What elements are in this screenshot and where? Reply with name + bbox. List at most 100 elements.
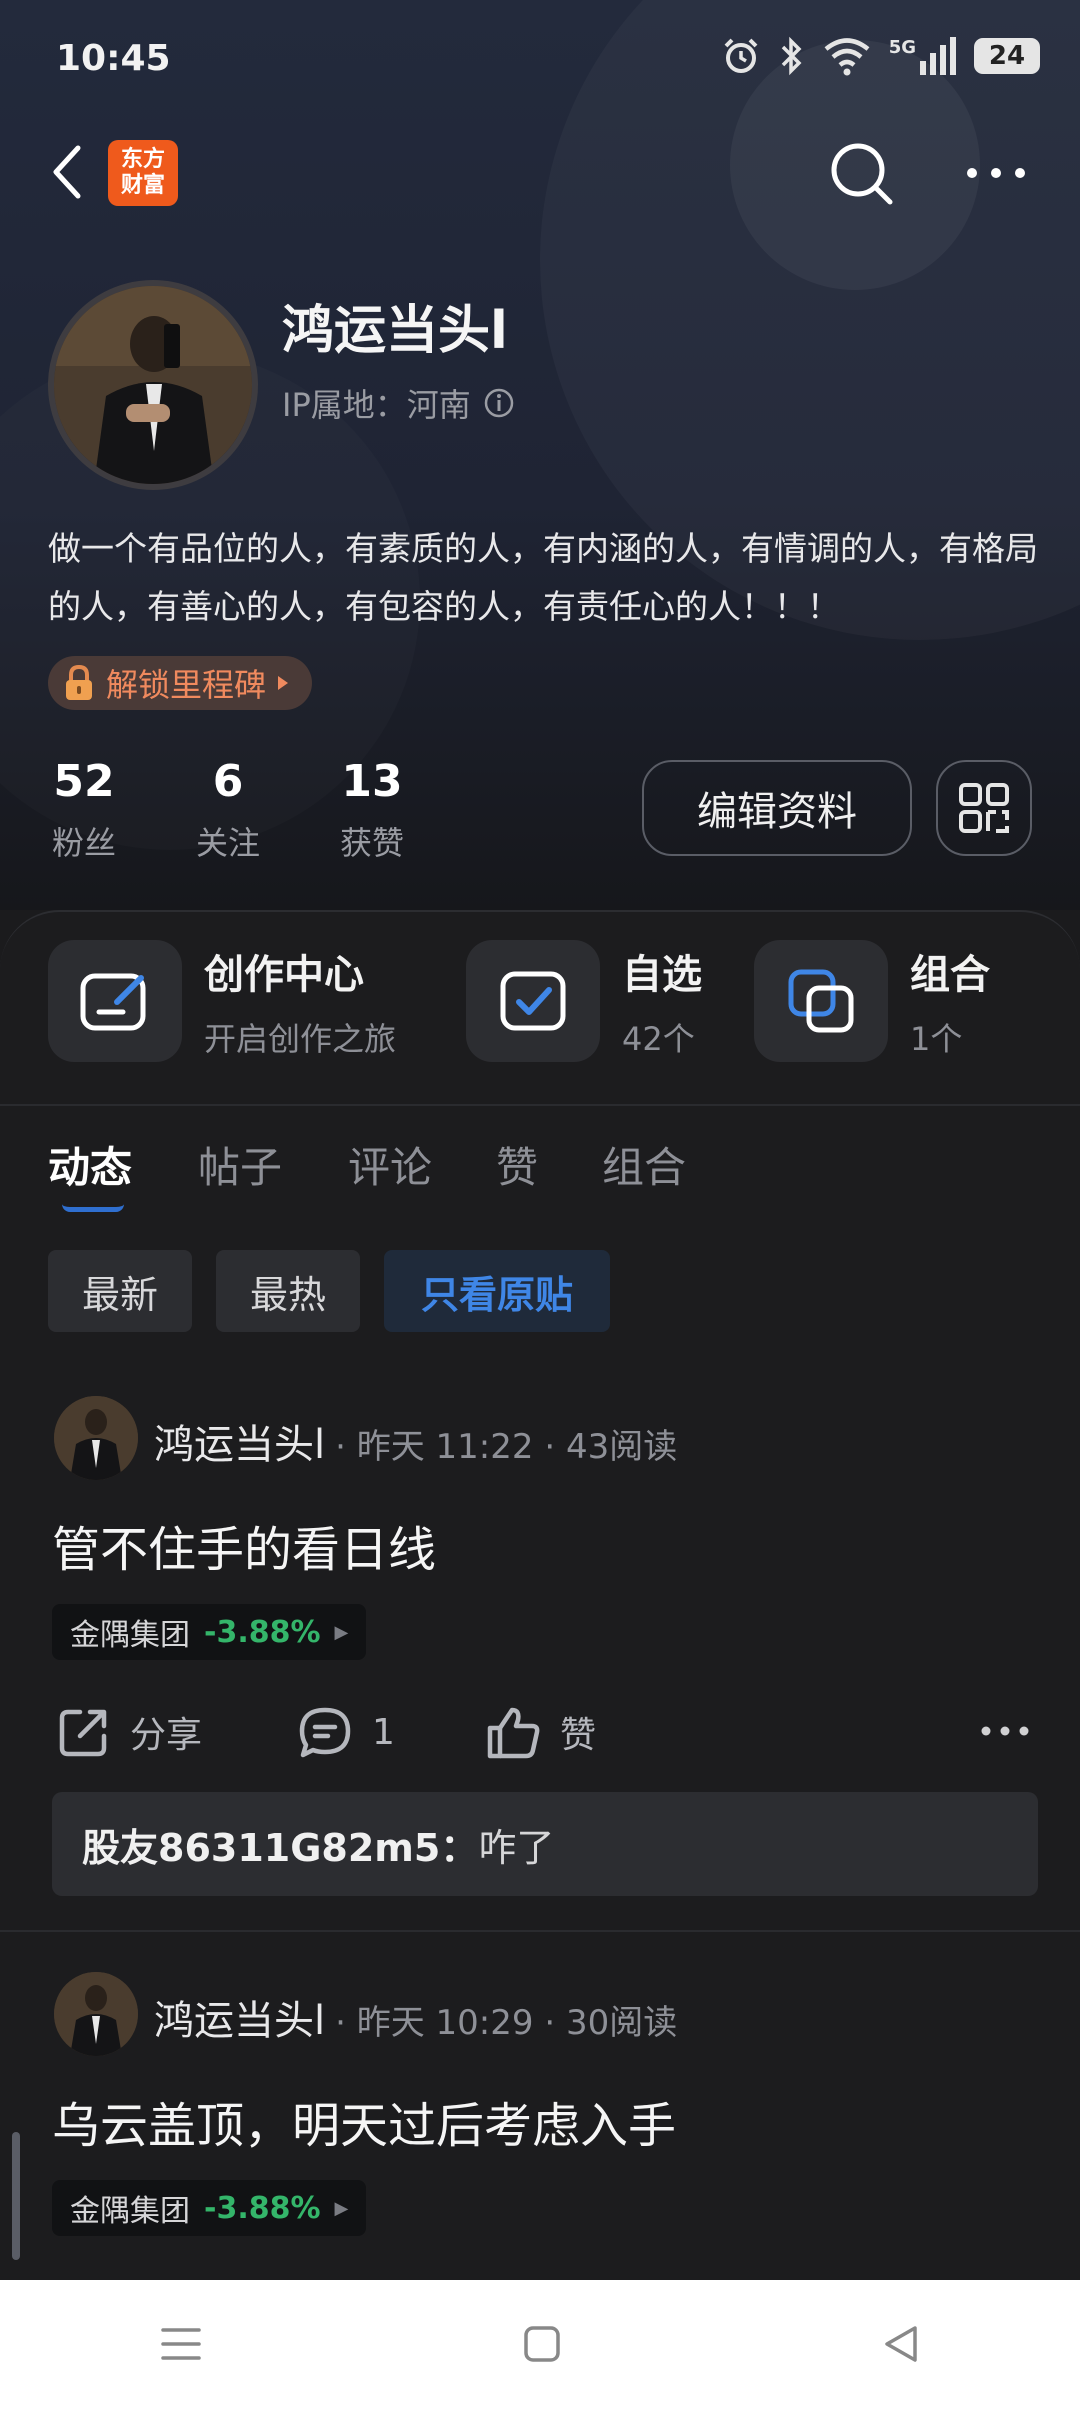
tool-create-center[interactable]: 创作中心 开启创作之旅 [48, 940, 396, 1062]
alarm-icon [724, 38, 758, 73]
share-icon [59, 1709, 107, 1757]
qr-code-icon [959, 783, 1009, 833]
stat-label: 关注 [195, 824, 260, 862]
status-icons: 5G 24 [721, 36, 1040, 76]
system-navigation-bar [0, 2280, 1080, 2412]
ip-location: IP属地：河南 [282, 380, 515, 426]
search-icon [831, 143, 893, 205]
tool-title: 自选 [622, 952, 702, 998]
tool-watchlist[interactable]: 自选 42个 [466, 940, 702, 1062]
stock-change: -3.88% [204, 1614, 321, 1650]
tab-posts[interactable]: 帖子 [198, 1134, 282, 1195]
comment-user[interactable]: 股友86311G82m5： [82, 1817, 478, 1872]
filter-latest[interactable]: 最新 [48, 1250, 192, 1332]
status-time: 10:45 [56, 38, 171, 79]
post-title[interactable]: 乌云盖顶，明天过后考虑入手 [52, 2086, 676, 2156]
share-button[interactable]: 分享 [56, 1700, 202, 1764]
stat-value: 6 [212, 756, 244, 807]
back-button[interactable] [44, 140, 92, 204]
section-divider [0, 1104, 1080, 1106]
content-sheet [0, 910, 1080, 2280]
portfolio-icon [754, 940, 888, 1062]
tab-likes[interactable]: 赞 [496, 1134, 538, 1195]
home-button[interactable] [522, 2324, 562, 2368]
comment-button[interactable]: 1 [296, 1700, 395, 1764]
post-avatar[interactable] [54, 1972, 138, 2056]
tab-dynamics[interactable]: 动态 [48, 1134, 132, 1195]
app-logo-text: 东方财富 [120, 147, 165, 198]
tool-title: 组合 [910, 952, 990, 998]
edit-profile-button[interactable]: 编辑资料 [642, 760, 912, 856]
stat-label: 粉丝 [51, 824, 116, 862]
post-header: 鸿运当头l · 昨天 10:29 · 30阅读 [154, 1988, 677, 2046]
post-divider [0, 1930, 1080, 1932]
home-square-icon [524, 2326, 560, 2362]
stock-change: -3.88% [204, 2190, 321, 2226]
info-icon[interactable] [483, 387, 515, 419]
stock-tag[interactable]: 金隅集团 -3.88% ▶ [52, 2180, 367, 2236]
post-meta: · 昨天 11:22 · 43阅读 [335, 1427, 678, 1467]
profile-name: 鸿运当头l [282, 301, 508, 361]
stat-label: 获赞 [339, 824, 404, 862]
comment-text: 咋了 [478, 1825, 555, 1870]
stock-name: 金隅集团 [70, 1618, 190, 1653]
wifi-icon [824, 38, 870, 76]
tool-portfolio[interactable]: 组合 1个 [754, 940, 990, 1062]
tool-subtitle: 开启创作之旅 [204, 1020, 397, 1058]
tool-subtitle: 42个 [622, 1020, 695, 1058]
avatar[interactable] [48, 280, 258, 490]
menu-icon [161, 2328, 202, 2360]
post-header: 鸿运当头l · 昨天 11:22 · 43阅读 [154, 1412, 677, 1470]
stat-following[interactable]: 6 关注 [158, 752, 298, 864]
tool-subtitle: 1个 [910, 1020, 963, 1058]
comment-preview[interactable]: 股友86311G82m5： 咋了 [52, 1792, 1038, 1896]
network-type: 5G [888, 37, 916, 58]
post-more-button[interactable] [978, 1714, 1032, 1752]
triangle-right-icon: ▶ [334, 1621, 349, 1643]
stat-value: 13 [341, 756, 403, 807]
avatar-photo [54, 286, 252, 484]
triangle-right-icon: ▶ [334, 2197, 349, 2219]
thumbs-up-icon [487, 1707, 540, 1759]
post-author[interactable]: 鸿运当头l [154, 1988, 325, 2046]
filter-hottest[interactable]: 最热 [216, 1250, 360, 1332]
tab-comments[interactable]: 评论 [348, 1134, 432, 1195]
more-button[interactable] [962, 150, 1030, 196]
create-icon [48, 940, 182, 1062]
comment-count: 1 [372, 1711, 395, 1753]
stock-tag[interactable]: 金隅集团 -3.88% ▶ [52, 1604, 367, 1660]
active-tab-indicator [62, 1204, 124, 1212]
profile-bio: 做一个有品位的人，有素质的人，有内涵的人，有情调的人，有格局的人，有善心的人，有… [48, 529, 1038, 626]
post-avatar[interactable] [54, 1396, 138, 1480]
profile-header: 10:45 5G 24 东方财富 鸿运当头l IP属地：河南 做一个有品位的人，… [0, 0, 1080, 910]
more-dots-icon [967, 168, 1025, 178]
like-button[interactable]: 赞 [484, 1700, 596, 1764]
back-triangle-icon [884, 2326, 917, 2362]
battery-icon: 24 [974, 38, 1040, 74]
milestone-badge[interactable]: 解锁里程碑 [48, 656, 313, 710]
more-dots-icon [981, 1726, 1029, 1736]
tool-title: 创作中心 [204, 952, 364, 998]
qr-code-button[interactable] [936, 760, 1032, 856]
triangle-right-icon [278, 676, 289, 690]
post-meta: · 昨天 10:29 · 30阅读 [335, 2003, 678, 2043]
milestone-label: 解锁里程碑 [106, 666, 267, 704]
menu-button[interactable] [159, 2324, 203, 2368]
app-logo[interactable]: 东方财富 [108, 140, 178, 206]
watchlist-icon [466, 940, 600, 1062]
search-button[interactable] [826, 138, 898, 210]
share-label: 分享 [130, 1715, 203, 1756]
comment-icon [299, 1707, 351, 1758]
chevron-left-icon [53, 145, 81, 199]
signal-icon: 5G [889, 37, 956, 75]
scrollbar[interactable] [12, 2132, 20, 2260]
stat-likes[interactable]: 13 获赞 [302, 752, 442, 864]
post-title[interactable]: 管不住手的看日线 [52, 1510, 436, 1580]
lock-icon [66, 664, 92, 700]
post-author[interactable]: 鸿运当头l [154, 1412, 325, 1470]
filter-original-only[interactable]: 只看原贴 [384, 1250, 610, 1332]
back-nav-button[interactable] [881, 2324, 921, 2368]
tab-portfolio[interactable]: 组合 [602, 1134, 686, 1195]
bluetooth-icon [781, 36, 802, 76]
stat-fans[interactable]: 52 粉丝 [14, 752, 154, 864]
